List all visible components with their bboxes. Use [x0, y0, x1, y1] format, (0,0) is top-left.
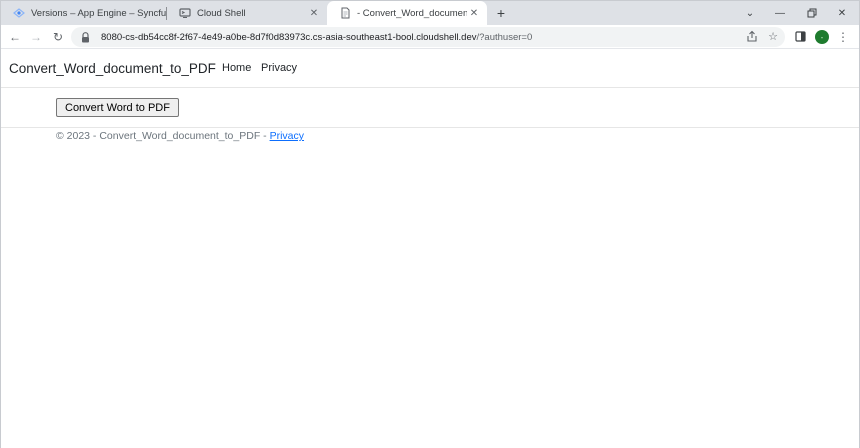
new-tab-button[interactable]: + — [493, 5, 509, 21]
convert-word-to-pdf-button[interactable]: Convert Word to PDF — [56, 98, 179, 117]
site-brand[interactable]: Convert_Word_document_to_PDF — [9, 61, 216, 76]
share-icon[interactable] — [745, 29, 759, 43]
minimize-icon[interactable]: — — [765, 1, 795, 25]
address-bar[interactable]: 8080-cs-db54cc8f-2f67-4e49-a0be-8d7f0d83… — [71, 27, 785, 47]
lock-icon — [79, 31, 91, 43]
tab-convert-word[interactable]: - Convert_Word_document_to_PDF ✕ — [327, 1, 487, 25]
site-navbar: Convert_Word_document_to_PDF Home Privac… — [1, 50, 859, 88]
close-icon[interactable]: ✕ — [467, 6, 481, 20]
restore-icon[interactable] — [797, 1, 827, 25]
close-icon[interactable]: ✕ — [827, 1, 857, 25]
forward-arrow-icon[interactable]: → — [28, 29, 44, 45]
nav-home[interactable]: Home — [222, 62, 251, 74]
cloud-shell-icon — [179, 7, 191, 19]
footer-copyright: © 2023 - Convert_Word_document_to_PDF - — [56, 130, 270, 142]
side-panel-icon[interactable] — [793, 29, 807, 43]
more-options-icon[interactable]: ⋮ — [837, 29, 849, 45]
page-viewport: Convert_Word_document_to_PDF Home Privac… — [1, 50, 859, 448]
back-arrow-icon[interactable]: ← — [7, 29, 23, 45]
tab-strip: Versions – App Engine – Syncfusi Cloud S… — [1, 1, 859, 25]
star-icon[interactable]: ☆ — [766, 29, 780, 43]
app-engine-icon — [13, 7, 25, 19]
footer-divider — [1, 127, 859, 128]
browser-window: Versions – App Engine – Syncfusi Cloud S… — [0, 0, 860, 448]
browser-toolbar: ← → ↻ 8080-cs-db54cc8f-2f67-4e49-a0be-8d… — [1, 25, 859, 49]
reload-icon[interactable]: ↻ — [50, 29, 66, 45]
footer-privacy-link[interactable]: Privacy — [270, 130, 304, 142]
tab-title: Versions – App Engine – Syncfusi — [31, 7, 167, 19]
profile-avatar[interactable]: - — [815, 30, 829, 44]
chevron-down-icon[interactable]: ⌄ — [735, 1, 765, 25]
tab-app-engine[interactable]: Versions – App Engine – Syncfusi — [1, 1, 167, 25]
tab-title: - Convert_Word_document_to_PDF — [357, 7, 467, 19]
page-icon — [339, 7, 351, 19]
url-text: 8080-cs-db54cc8f-2f67-4e49-a0be-8d7f0d83… — [101, 31, 533, 43]
nav-privacy[interactable]: Privacy — [261, 62, 297, 74]
tab-cloud-shell[interactable]: Cloud Shell ✕ — [167, 1, 327, 25]
tab-title: Cloud Shell — [197, 7, 246, 19]
close-icon[interactable]: ✕ — [307, 6, 321, 20]
site-footer: © 2023 - Convert_Word_document_to_PDF - … — [56, 130, 304, 142]
